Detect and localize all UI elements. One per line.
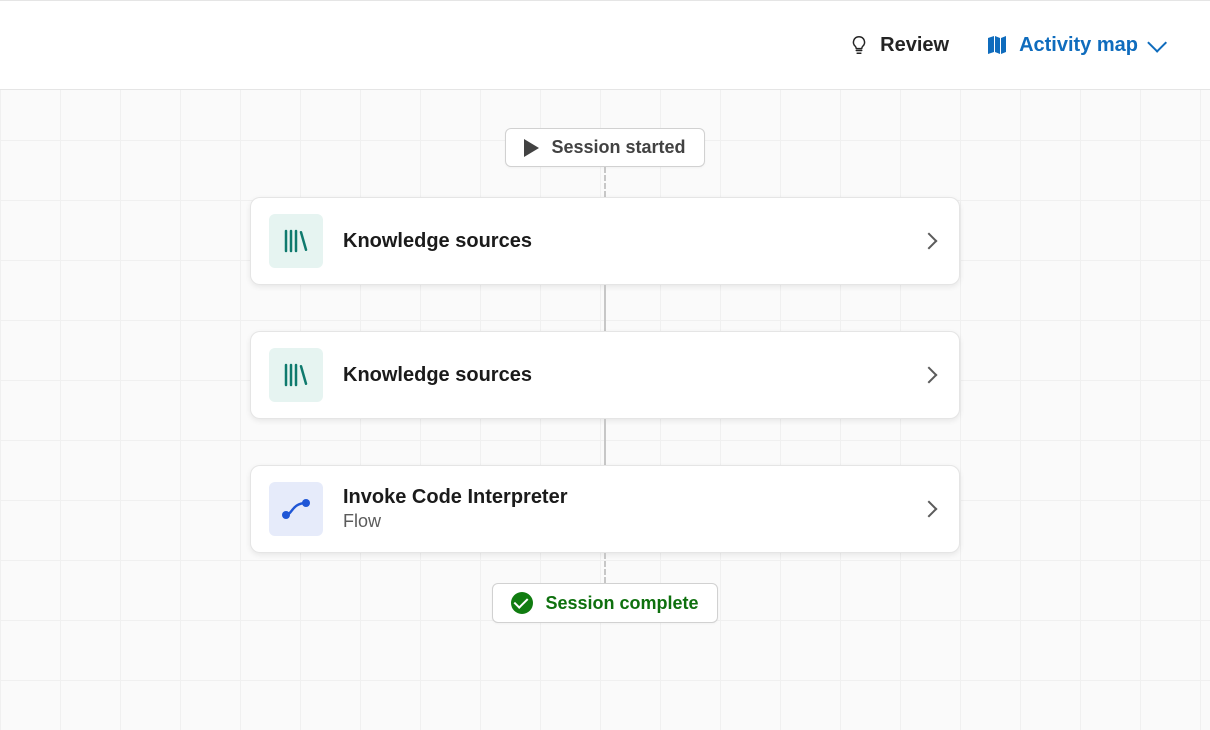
- node-labels: Knowledge sources: [343, 228, 903, 254]
- check-circle-icon: [511, 592, 533, 614]
- activity-map-label: Activity map: [1019, 34, 1138, 57]
- connector: [604, 167, 606, 197]
- node-title: Knowledge sources: [343, 362, 903, 388]
- node-labels: Invoke Code Interpreter Flow: [343, 484, 903, 533]
- node-title: Knowledge sources: [343, 228, 903, 254]
- node-title: Invoke Code Interpreter: [343, 484, 903, 510]
- lightbulb-icon: [848, 34, 870, 56]
- books-icon: [269, 348, 323, 402]
- connector: [604, 553, 606, 583]
- node-knowledge-sources[interactable]: Knowledge sources: [250, 331, 960, 419]
- session-start-badge: Session started: [505, 128, 704, 167]
- node-labels: Knowledge sources: [343, 362, 903, 388]
- node-knowledge-sources[interactable]: Knowledge sources: [250, 197, 960, 285]
- chevron-down-icon: [1147, 33, 1167, 53]
- chevron-right-icon: [921, 233, 938, 250]
- node-invoke-code-interpreter[interactable]: Invoke Code Interpreter Flow: [250, 465, 960, 553]
- connector: [604, 285, 606, 331]
- session-complete-label: Session complete: [545, 593, 698, 614]
- node-subtitle: Flow: [343, 510, 903, 533]
- session-complete-badge: Session complete: [492, 583, 717, 623]
- activity-canvas[interactable]: Session started Knowledge sources: [0, 90, 1210, 730]
- review-button[interactable]: Review: [848, 34, 949, 57]
- chevron-right-icon: [921, 367, 938, 384]
- review-label: Review: [880, 34, 949, 57]
- play-icon: [524, 139, 539, 157]
- activity-map-button[interactable]: Activity map: [985, 33, 1162, 57]
- connector: [604, 419, 606, 465]
- books-icon: [269, 214, 323, 268]
- map-icon: [985, 33, 1009, 57]
- flow-icon: [269, 482, 323, 536]
- flow-column: Session started Knowledge sources: [250, 90, 960, 623]
- session-start-label: Session started: [551, 137, 685, 158]
- chevron-right-icon: [921, 501, 938, 518]
- toolbar: Review Activity map: [0, 0, 1210, 90]
